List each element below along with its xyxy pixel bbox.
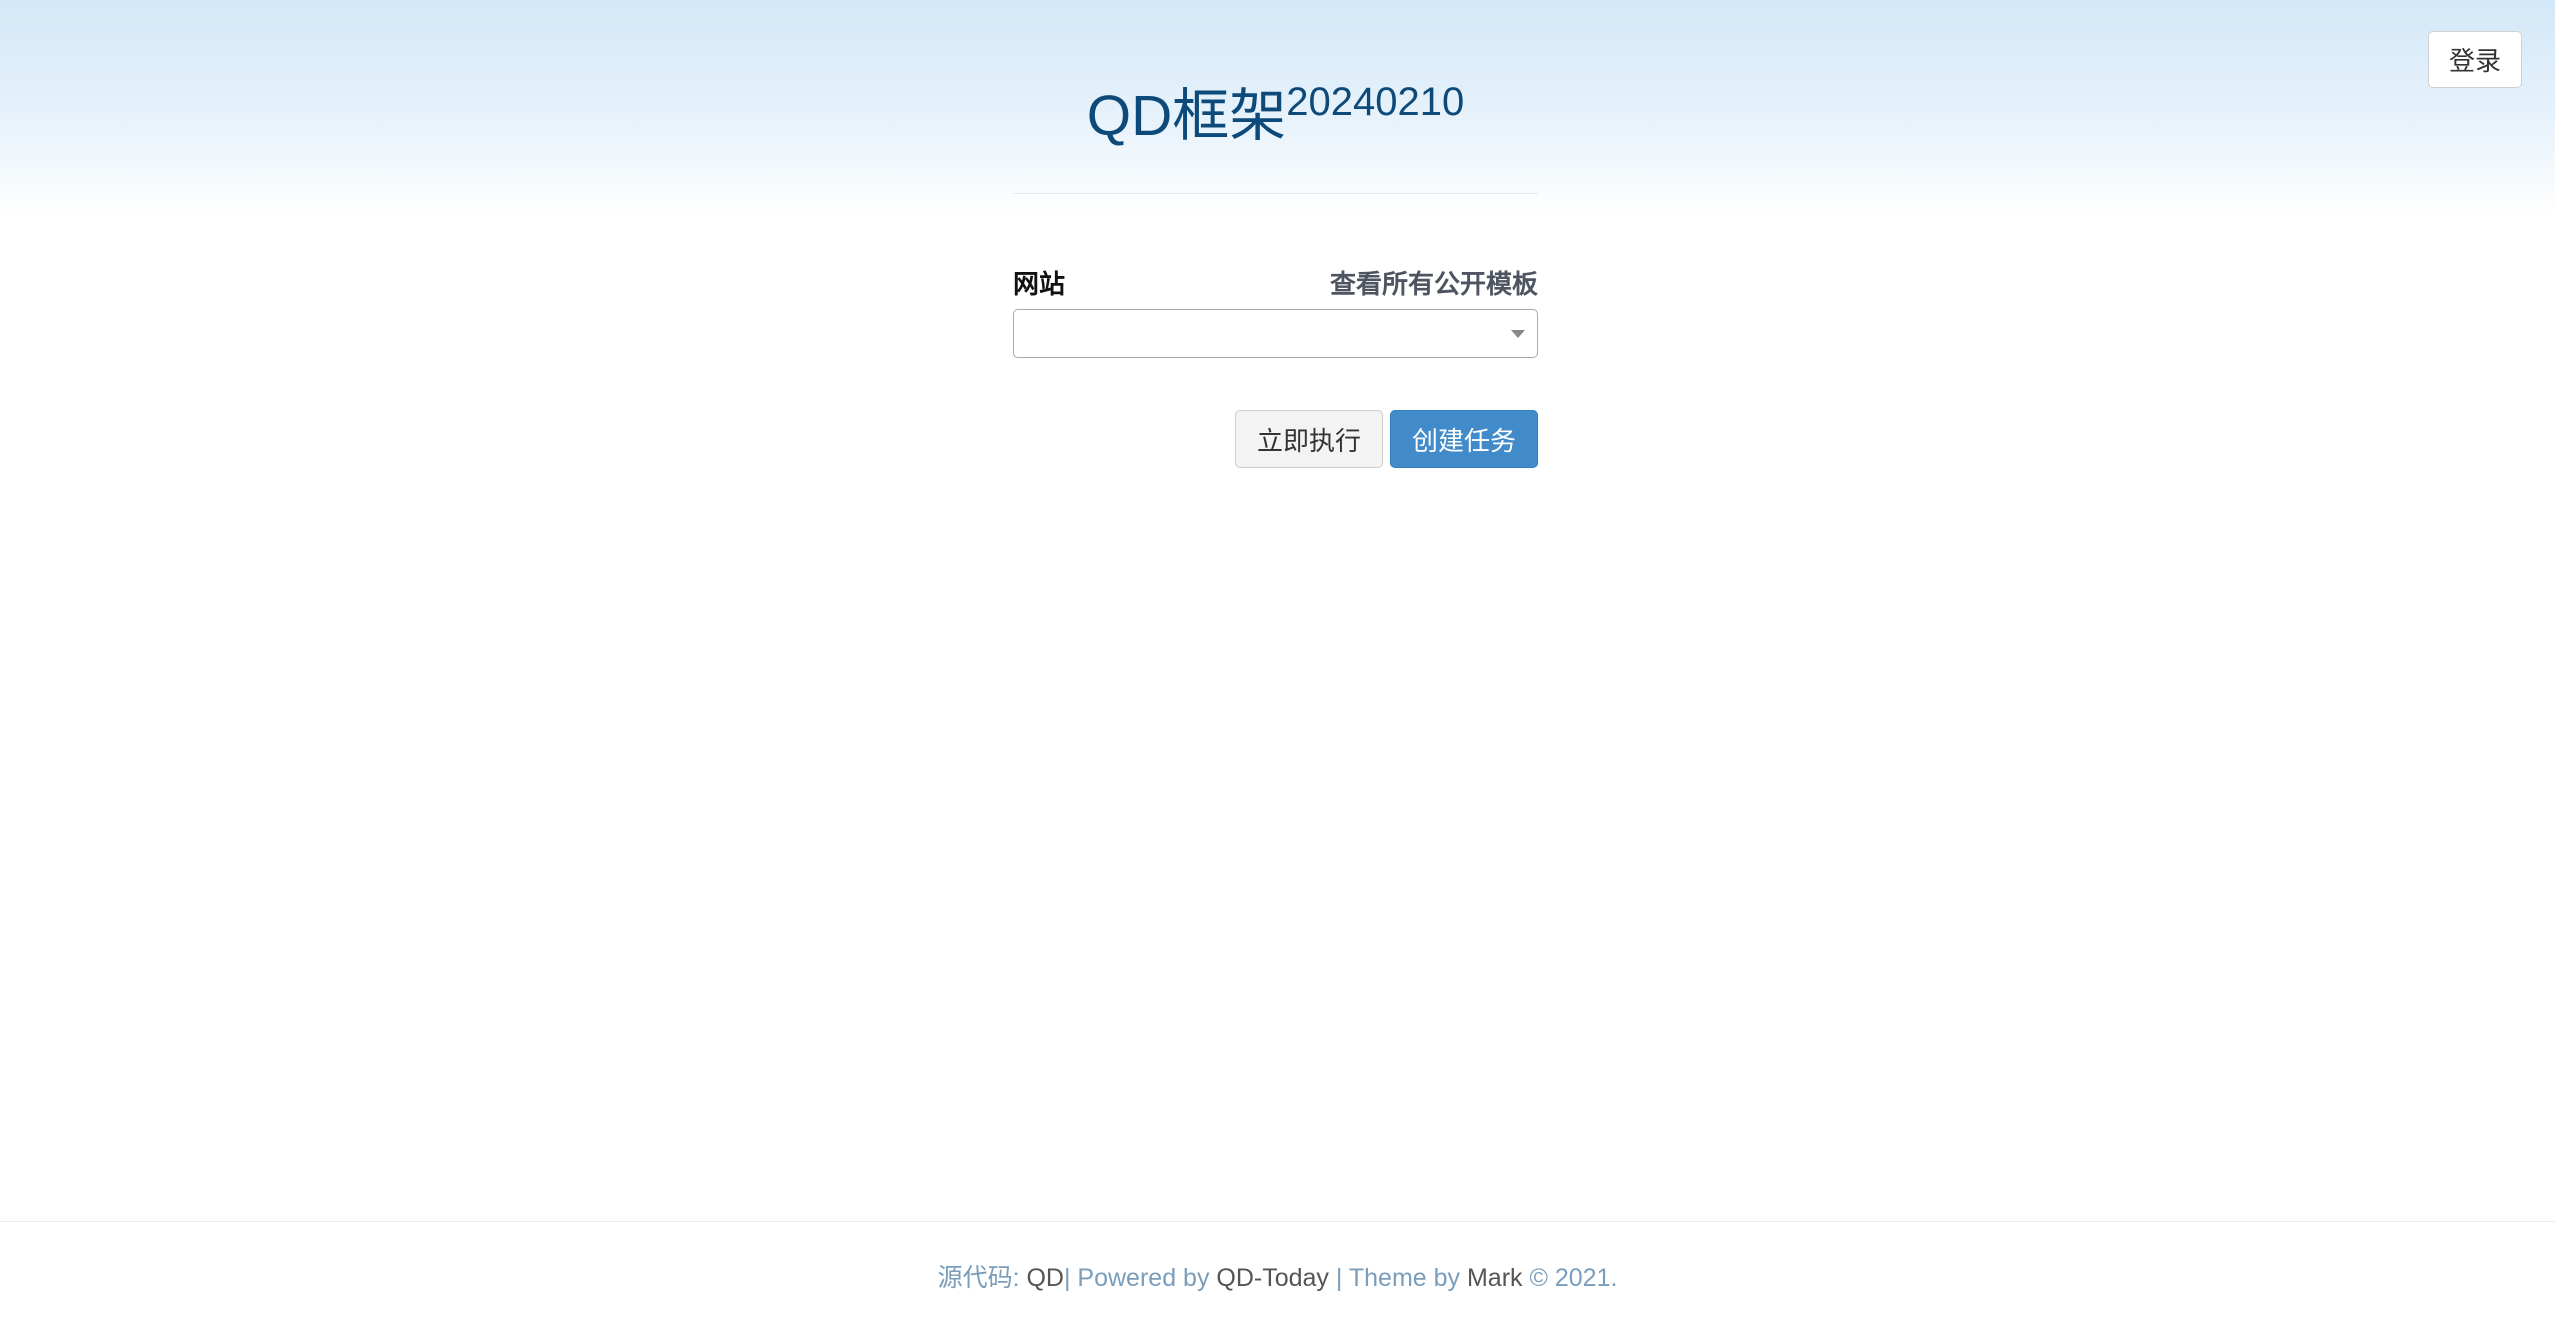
page-header: QD框架20240210	[1013, 82, 1538, 145]
login-button[interactable]: 登录	[2427, 31, 2522, 88]
version-number: 20240210	[1286, 80, 1465, 124]
footer-powered-prefix: | Powered by	[1063, 1264, 1217, 1292]
form-actions: 立即执行 创建任务	[1013, 410, 1538, 468]
header-divider	[1013, 193, 1538, 194]
create-task-button[interactable]: 创建任务	[1389, 410, 1538, 468]
footer: 源代码: QD| Powered by QD-Today | Theme by …	[0, 1258, 2555, 1294]
footer-powered-link[interactable]: QD-Today	[1216, 1264, 1329, 1292]
task-form: 网站 查看所有公开模板 立即执行 创建任务	[1013, 264, 1538, 468]
footer-source-prefix: 源代码:	[937, 1264, 1027, 1292]
footer-theme-prefix: | Theme by	[1328, 1264, 1467, 1292]
site-label: 网站	[1013, 268, 1066, 299]
chevron-down-icon	[1511, 329, 1525, 338]
footer-copyright: © 2021.	[1522, 1264, 1618, 1292]
site-select[interactable]	[1013, 309, 1538, 358]
footer-theme-link[interactable]: Mark	[1467, 1264, 1523, 1292]
page-title-text: QD框架	[1086, 84, 1287, 148]
run-now-button[interactable]: 立即执行	[1234, 410, 1383, 468]
page: 登录 QD框架20240210 网站 查看所有公开模板 立即执行 创建任务 源代…	[0, 0, 2555, 1318]
site-field-header: 网站 查看所有公开模板	[1013, 264, 1538, 300]
page-title: QD框架20240210	[1013, 82, 1538, 145]
footer-source-link[interactable]: QD	[1026, 1264, 1064, 1292]
public-templates-link[interactable]: 查看所有公开模板	[1330, 264, 1538, 301]
footer-divider	[0, 1221, 2555, 1222]
